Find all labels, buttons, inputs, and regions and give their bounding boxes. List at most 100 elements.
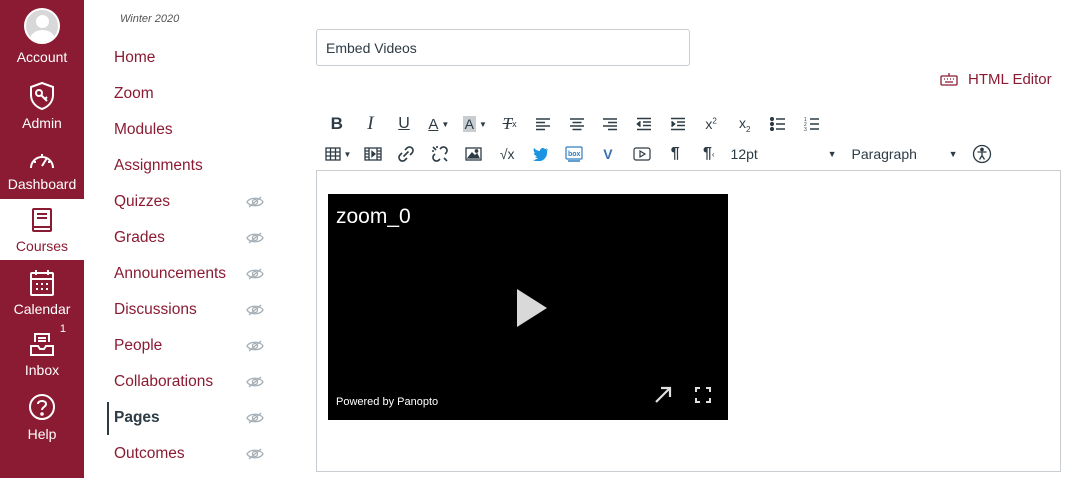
svg-text:box: box	[568, 151, 581, 158]
ltr-pilcrow-icon[interactable]: ¶	[658, 141, 692, 167]
course-nav-assignments[interactable]: Assignments	[114, 152, 264, 180]
text-color-icon[interactable]: A ▼	[421, 111, 457, 137]
accessibility-icon[interactable]	[966, 141, 1000, 167]
popout-arrow-icon[interactable]	[654, 386, 672, 404]
help-icon	[28, 389, 56, 425]
global-nav-label: Courses	[15, 238, 69, 254]
editor-toolbar-row-2: ▼ √x box V ¶ ¶ ‹ 12pt ▼ Paragraph ▼	[320, 141, 999, 167]
italic-icon[interactable]: I	[354, 111, 388, 137]
rtl-pilcrow-icon[interactable]: ¶ ‹	[692, 141, 726, 167]
eye-hidden-icon	[246, 412, 264, 424]
global-navigation: Account Admin Dashboard Courses Calendar…	[0, 0, 84, 478]
video-title: zoom_0	[336, 205, 411, 228]
inbox-badge: 1	[59, 323, 66, 335]
course-nav-label: Announcements	[114, 265, 227, 282]
global-nav-label: Help	[27, 426, 57, 442]
course-nav-people[interactable]: People	[114, 332, 264, 360]
global-nav-label: Inbox	[24, 362, 60, 378]
subscript-icon[interactable]: x2	[728, 111, 762, 137]
panopto-video-embed[interactable]: zoom_0 Powered by Panopto	[328, 194, 728, 420]
course-nav-label: Pages	[114, 409, 160, 426]
bold-icon[interactable]: B	[320, 111, 354, 137]
course-nav-collaborations[interactable]: Collaborations	[114, 368, 264, 396]
course-nav-pages[interactable]: Pages	[114, 404, 264, 432]
keyboard-icon	[940, 73, 958, 86]
rich-content-editor[interactable]: zoom_0 Powered by Panopto	[316, 170, 1061, 472]
book-icon	[30, 202, 54, 238]
shield-key-icon	[28, 78, 56, 114]
eye-hidden-icon	[246, 448, 264, 460]
global-nav-account[interactable]: Account	[0, 8, 84, 65]
background-color-icon[interactable]: A ▼	[457, 111, 493, 137]
bullet-list-icon[interactable]	[762, 111, 796, 137]
fullscreen-icon[interactable]	[695, 387, 711, 403]
course-nav-label: Quizzes	[114, 193, 170, 210]
align-left-icon[interactable]	[526, 111, 560, 137]
eye-hidden-icon	[246, 304, 264, 316]
course-nav-label: Outcomes	[114, 445, 185, 462]
underline-icon[interactable]: U	[387, 111, 421, 137]
image-icon[interactable]	[457, 141, 491, 167]
eye-hidden-icon	[246, 196, 264, 208]
video-icon[interactable]	[625, 141, 659, 167]
play-icon[interactable]	[516, 288, 548, 328]
html-editor-label: HTML Editor	[968, 70, 1052, 88]
course-nav-label: Modules	[114, 121, 173, 138]
html-editor-link[interactable]: HTML Editor	[940, 68, 1052, 90]
outdent-icon[interactable]	[627, 111, 661, 137]
global-nav-label: Account	[16, 49, 68, 65]
calendar-icon	[29, 265, 55, 301]
equation-icon[interactable]: √x	[490, 141, 524, 167]
global-nav-label: Calendar	[13, 301, 71, 317]
course-nav-discussions[interactable]: Discussions	[114, 296, 264, 324]
global-nav-label: Dashboard	[7, 176, 77, 192]
box-icon[interactable]: box	[558, 141, 592, 167]
clear-formatting-icon[interactable]: Tx	[493, 111, 527, 137]
eye-hidden-icon	[246, 232, 264, 244]
global-nav-admin[interactable]: Admin	[0, 78, 84, 131]
course-nav-label: Collaborations	[114, 373, 214, 390]
avatar	[24, 8, 60, 44]
course-nav-announcements[interactable]: Announcements	[114, 260, 264, 288]
superscript-icon[interactable]: x2	[694, 111, 728, 137]
course-nav-label: Discussions	[114, 301, 197, 318]
twitter-bird-icon[interactable]	[524, 141, 558, 167]
speedometer-icon	[28, 142, 56, 178]
global-nav-courses[interactable]: Courses	[0, 199, 84, 260]
chevron-down-icon: ▼	[827, 149, 837, 159]
global-nav-dashboard[interactable]: Dashboard	[0, 142, 84, 192]
table-icon[interactable]: ▼	[320, 141, 356, 167]
course-navigation: Winter 2020 Home Zoom Modules Assignment…	[84, 0, 280, 478]
font-size-select[interactable]: 12pt ▼	[731, 141, 837, 167]
course-nav-home[interactable]: Home	[114, 44, 264, 72]
course-nav-outcomes[interactable]: Outcomes	[114, 440, 264, 468]
link-icon[interactable]	[390, 141, 424, 167]
course-nav-modules[interactable]: Modules	[114, 116, 264, 144]
vimeo-icon[interactable]: V	[591, 141, 625, 167]
editor-toolbar-row-1: B I U A ▼ A ▼ Tx x2 x2 123	[320, 111, 829, 137]
inbox-icon: 1	[28, 323, 66, 362]
course-nav-label: Zoom	[114, 85, 154, 102]
font-size-value: 12pt	[730, 146, 758, 162]
eye-hidden-icon	[246, 376, 264, 388]
block-format-select[interactable]: Paragraph ▼	[852, 141, 958, 167]
course-nav-label: Home	[114, 49, 156, 66]
course-nav-zoom[interactable]: Zoom	[114, 80, 264, 108]
numbered-list-icon[interactable]: 123	[795, 111, 829, 137]
global-nav-help[interactable]: Help	[0, 389, 84, 442]
eye-hidden-icon	[246, 340, 264, 352]
global-nav-inbox[interactable]: 1 Inbox	[0, 323, 84, 378]
page-title-input[interactable]	[316, 29, 690, 66]
chevron-down-icon: ▼	[948, 149, 958, 159]
course-nav-quizzes[interactable]: Quizzes	[114, 188, 264, 216]
eye-hidden-icon	[246, 268, 264, 280]
align-center-icon[interactable]	[560, 111, 594, 137]
course-nav-grades[interactable]: Grades	[114, 224, 264, 252]
global-nav-label: Admin	[22, 115, 62, 131]
unlink-icon[interactable]	[423, 141, 457, 167]
global-nav-calendar[interactable]: Calendar	[0, 265, 84, 317]
indent-icon[interactable]	[661, 111, 695, 137]
media-icon[interactable]	[356, 141, 390, 167]
course-nav-label: People	[114, 337, 163, 354]
align-right-icon[interactable]	[594, 111, 628, 137]
